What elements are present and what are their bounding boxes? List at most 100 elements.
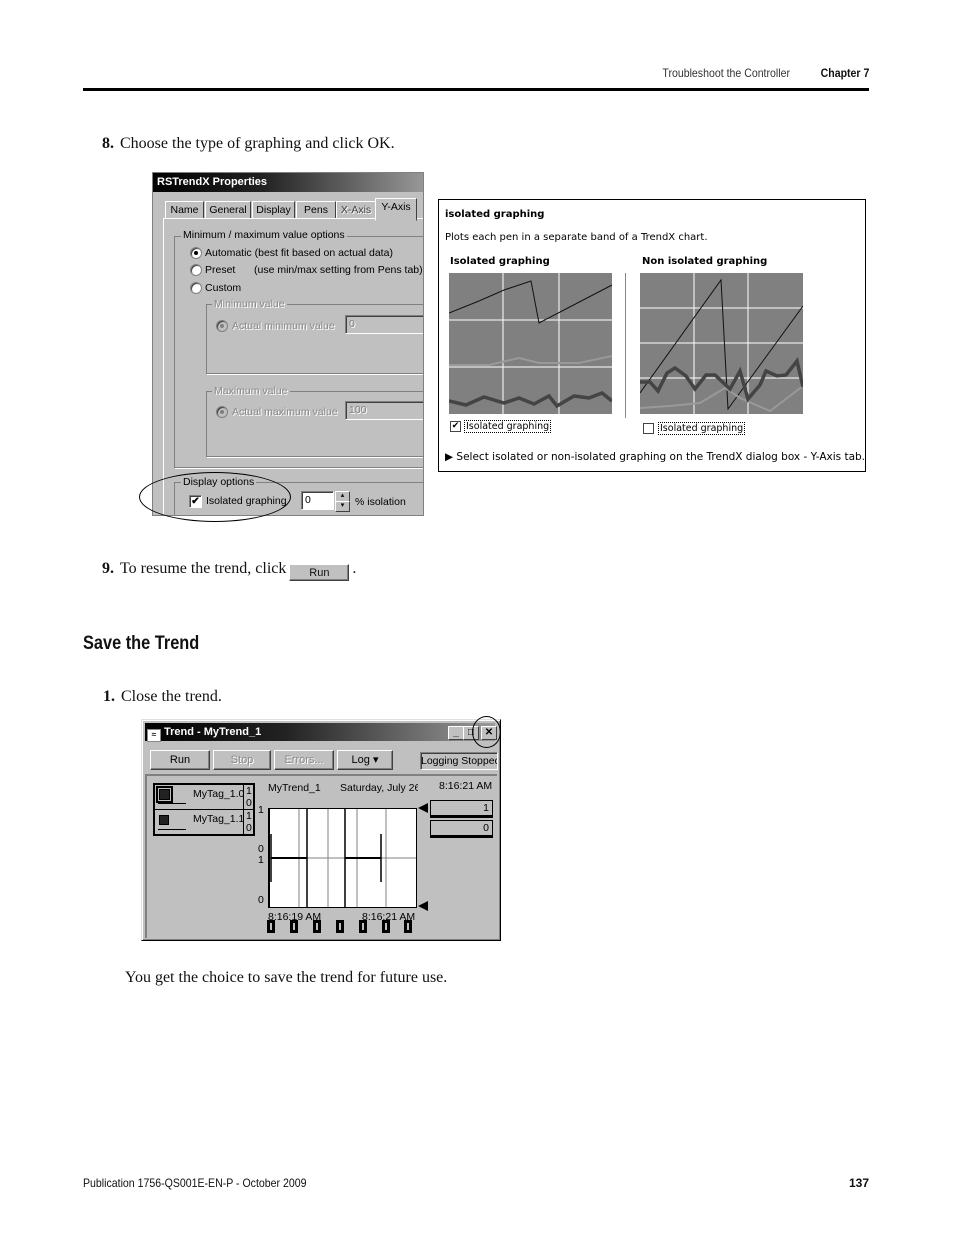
- trend-plot[interactable]: [268, 808, 417, 908]
- logging-status: Logging Stopped: [420, 752, 498, 770]
- pen-2-name: MyTag_1.1: [193, 813, 245, 825]
- pen-1-max: 1: [246, 785, 252, 797]
- triangle-right-icon: ▶: [445, 451, 454, 463]
- display-options-label: Display options: [181, 476, 257, 488]
- footer-page-number: 137: [848, 1176, 869, 1190]
- help-tip-text: Select isolated or non-isolated graphing…: [456, 451, 866, 463]
- step-number: 9.: [102, 560, 114, 577]
- maximum-group-label: Maximum value: [212, 385, 290, 397]
- step-text: Choose the type of graphing and click OK…: [120, 135, 395, 152]
- trend-chart-area: MyTag_1.0 1 0 MyTag_1.1 1 0 MyTrend_1 Sa…: [145, 774, 497, 938]
- close-button[interactable]: ✕: [481, 726, 497, 740]
- running-header-chapter: Chapter 7: [820, 66, 869, 80]
- non-isolated-preview-checkbox[interactable]: [643, 423, 654, 434]
- pen-2-current-value: 0: [430, 820, 493, 838]
- isolated-graphing-help-panel: isolated graphing Plots each pen in a se…: [438, 199, 866, 472]
- minmax-group-label: Minimum / maximum value options: [181, 229, 347, 241]
- trend-window: ≈ Trend - MyTrend_1 _ □ ✕ Run Stop Errors…: [141, 719, 501, 941]
- step-9: 9. To resume the trend, click Run.: [102, 560, 356, 581]
- isolated-heading: Isolated graphing: [450, 256, 550, 267]
- run-button[interactable]: Run: [150, 750, 210, 770]
- y-label-band1-top: 1: [258, 804, 264, 816]
- pen-1-line: [448, 280, 613, 324]
- radio-automatic-label: Automatic (best fit based on actual data…: [205, 247, 393, 259]
- radio-actual-maximum-label: Actual maximum value: [232, 406, 338, 418]
- tab-y-axis[interactable]: Y-Axis: [375, 198, 417, 221]
- spin-down-button[interactable]: ▾: [335, 501, 350, 512]
- radio-preset[interactable]: [190, 264, 202, 276]
- isolated-graphing-label: Isolated graphing: [206, 495, 287, 507]
- trend-date-label: Saturday, July 26: [340, 782, 418, 794]
- minimize-button[interactable]: _: [448, 726, 464, 740]
- pen-legend: MyTag_1.0 1 0 MyTag_1.1 1 0: [153, 783, 255, 836]
- step-8: 8. Choose the type of graphing and click …: [102, 135, 395, 153]
- step-number: 8.: [102, 135, 114, 152]
- non-isolated-heading: Non isolated graphing: [642, 256, 768, 267]
- header-rule: [83, 88, 869, 91]
- y-label-band2-top: 1: [258, 854, 264, 866]
- trend-time-label: 8:16:21 AM: [439, 780, 493, 792]
- radio-actual-maximum[interactable]: [216, 406, 228, 418]
- isolated-preview-svg: [448, 273, 614, 414]
- isolated-preview-checkbox[interactable]: ✔: [450, 421, 461, 432]
- help-description: Plots each pen in a separate band of a T…: [445, 232, 708, 243]
- step-text: Close the trend.: [121, 688, 222, 705]
- radio-actual-minimum-label: Actual minimum value: [232, 320, 335, 332]
- log-menu-button[interactable]: Log ▾: [337, 750, 393, 770]
- maximum-value-input[interactable]: 100: [345, 401, 423, 420]
- pen-2-max: 1: [246, 810, 252, 822]
- pen-3-line: [448, 391, 614, 409]
- preview-grid: [449, 273, 612, 414]
- pen-2-line: [639, 385, 804, 413]
- page-back-button[interactable]: [290, 920, 298, 933]
- scroll-to-end-button[interactable]: [404, 920, 412, 933]
- radio-automatic[interactable]: [190, 247, 202, 259]
- isolated-graphing-checkbox[interactable]: ✔: [189, 495, 202, 508]
- running-header-section: Troubleshoot the Controller: [662, 66, 790, 80]
- radio-preset-hint: (use min/max setting from Pens tab): [254, 264, 423, 276]
- isolated-preview-checkbox-label[interactable]: Isolated graphing: [464, 420, 552, 433]
- radio-preset-label: Preset: [205, 264, 236, 276]
- minimum-group-label: Minimum value: [212, 298, 287, 310]
- pen-2-range: 1 0: [243, 810, 254, 834]
- page-forward-button[interactable]: [382, 920, 390, 933]
- non-isolated-preview-checkbox-label[interactable]: Isolated graphing: [658, 422, 746, 435]
- pen-2-line-style: [158, 829, 186, 830]
- step-forward-button[interactable]: [359, 920, 367, 933]
- trend-title: Trend - MyTrend_1: [164, 726, 262, 738]
- pen-1-current-value: 1: [430, 800, 493, 818]
- radio-actual-minimum[interactable]: [216, 320, 228, 332]
- pen-1-name: MyTag_1.0: [193, 788, 245, 800]
- trend-name-label: MyTrend_1: [268, 782, 321, 794]
- save-note: You get the choice to save the trend for…: [125, 969, 448, 986]
- pen-1-range: 1 0: [243, 785, 254, 809]
- pen-2-color-swatch: [159, 815, 169, 825]
- y-label-band2-bottom: 0: [258, 894, 264, 906]
- radio-custom[interactable]: [190, 282, 202, 294]
- errors-button[interactable]: Errors...: [274, 750, 334, 770]
- non-isolated-preview-svg: [639, 273, 805, 414]
- scroll-to-start-button[interactable]: [267, 920, 275, 933]
- legend-row-pen-1[interactable]: MyTag_1.0 1 0: [155, 785, 253, 809]
- help-tip: ▶ Select isolated or non-isolated graphi…: [445, 451, 865, 463]
- pen-3-line: [640, 357, 805, 403]
- legend-row-pen-2[interactable]: MyTag_1.1 1 0: [155, 810, 253, 834]
- maximize-button[interactable]: □: [463, 726, 479, 740]
- section-heading: Save the Trend: [83, 633, 200, 654]
- pen-2-min: 0: [246, 822, 252, 834]
- rstrendx-properties-dialog: RSTrendX Properties Name General Display…: [152, 172, 424, 516]
- isolation-percent-input[interactable]: 0: [301, 491, 334, 510]
- inline-run-button-image: Run: [289, 564, 350, 581]
- pen-2-value-marker: [418, 901, 428, 911]
- pen-1-min: 0: [246, 797, 252, 809]
- step-text: To resume the trend, click: [120, 560, 287, 577]
- step-back-button[interactable]: [313, 920, 321, 933]
- minimum-value-input[interactable]: 0: [345, 315, 423, 334]
- step-number: 1.: [103, 688, 115, 705]
- stop-button[interactable]: Stop: [213, 750, 271, 770]
- isolated-graphing-preview: [448, 273, 614, 414]
- pen-1-value-marker: [418, 803, 428, 813]
- step-text-end: .: [352, 560, 357, 577]
- stop-scroll-button[interactable]: [336, 920, 344, 933]
- pen-2-line: [449, 355, 613, 366]
